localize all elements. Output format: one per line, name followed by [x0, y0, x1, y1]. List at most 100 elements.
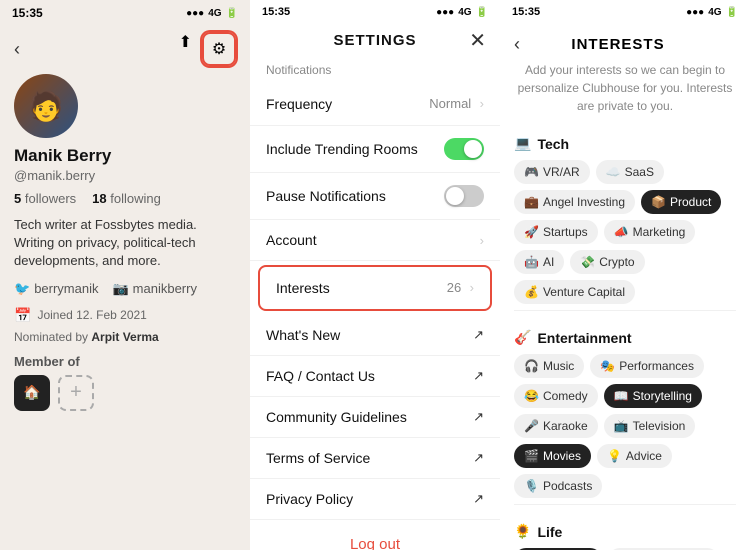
tag-0-1[interactable]: ☁️SaaS — [596, 160, 664, 184]
tag-1-7[interactable]: 💡 Advice — [597, 444, 672, 468]
status-bar-settings: 15:35 ●●● 4G 🔋 — [250, 0, 500, 22]
settings-header: SETTINGS ✕ — [250, 22, 500, 63]
nominated-info: Nominated by Arpit Verma — [0, 330, 250, 354]
add-club-button[interactable]: + — [58, 375, 94, 411]
back-button-profile[interactable]: ‹ — [14, 39, 20, 60]
community-item[interactable]: Community Guidelines ↗ — [250, 397, 500, 438]
category-emoji-2: 🌻 — [514, 523, 531, 540]
club-avatar[interactable]: 🏠 — [14, 375, 50, 411]
tag-label-0-6: AI — [543, 255, 554, 269]
tag-label-1-0: Music — [543, 359, 574, 373]
pause-notifications-toggle[interactable] — [444, 185, 484, 207]
tag-label-0-3: Product — [670, 195, 711, 209]
member-clubs: 🏠 + — [0, 375, 250, 411]
logout-button[interactable]: Log out — [250, 520, 500, 550]
nominator-name[interactable]: Arpit Verma — [91, 330, 158, 344]
tag-label-0-8: Venture Capital — [543, 285, 625, 299]
interests-categories: 💻 Tech 🎮VR/AR☁️SaaS 💼Angel Investing📦Produ… — [500, 127, 750, 550]
tag-label-1-6: Movies — [543, 449, 581, 463]
tag-1-3[interactable]: 📖Storytelling — [604, 384, 702, 408]
tag-emoji-1-5: 📺 — [614, 419, 629, 433]
joined-date: Joined 12. Feb 2021 — [37, 308, 146, 322]
interests-value-group: 26 › — [447, 279, 474, 297]
instagram-link[interactable]: 📷 manikberry — [112, 281, 196, 297]
tag-0-2[interactable]: 💼Angel Investing — [514, 190, 635, 214]
share-button[interactable]: ⬆ — [179, 32, 192, 66]
tag-emoji-1-2: 😂 — [524, 389, 539, 403]
tag-emoji-0-6: 🤖 — [524, 255, 539, 269]
signal-settings: ●●● — [436, 7, 454, 18]
whats-new-item[interactable]: What's New ↗ — [250, 315, 500, 356]
settings-button[interactable]: ⚙ — [202, 32, 236, 66]
include-trending-item[interactable]: Include Trending Rooms — [250, 126, 500, 173]
tag-label-0-5: Marketing — [633, 225, 686, 239]
tag-emoji-1-4: 🎤 — [524, 419, 539, 433]
tag-1-8[interactable]: 🎙️Podcasts — [514, 474, 602, 498]
tag-emoji-1-1: 🎭 — [600, 359, 615, 373]
section-divider-0 — [514, 310, 736, 311]
privacy-item[interactable]: Privacy Policy ↗ — [250, 479, 500, 520]
frequency-label: Frequency — [266, 96, 332, 112]
tag-emoji-1-6: 🎬 — [524, 449, 539, 463]
tag-emoji-0-5: 📣 — [614, 225, 629, 239]
profile-socials: 🐦 berrymanik 📷 manikberry — [0, 281, 250, 307]
avatar: 🧑 — [14, 74, 78, 138]
tag-1-0[interactable]: 🎧 Music — [514, 354, 584, 378]
frequency-item[interactable]: Frequency Normal › — [250, 83, 500, 126]
status-bar-profile: 15:35 ●●● 4G 🔋 — [0, 0, 250, 24]
tag-label-1-2: Comedy — [543, 389, 588, 403]
tag-0-0[interactable]: 🎮VR/AR — [514, 160, 590, 184]
tag-0-6[interactable]: 🤖 AI — [514, 250, 564, 274]
tag-1-6[interactable]: 🎬 Movies — [514, 444, 591, 468]
battery-settings: 🔋 — [476, 7, 488, 18]
tag-label-1-7: Advice — [626, 449, 662, 463]
category-2: 🌻 Life✈️Traveling❤️Relationships👨‍👩‍👧Par… — [500, 515, 750, 550]
twitter-link[interactable]: 🐦 berrymanik — [14, 281, 98, 297]
followers-count: 5 followers — [14, 191, 76, 206]
faq-arrow: ↗ — [473, 368, 484, 384]
network-interests: 4G — [708, 7, 721, 18]
tag-0-7[interactable]: 💸Crypto — [570, 250, 644, 274]
tag-label-0-0: VR/AR — [543, 165, 580, 179]
community-label: Community Guidelines — [266, 409, 407, 425]
pause-notifications-item[interactable]: Pause Notifications — [250, 173, 500, 220]
faq-item[interactable]: FAQ / Contact Us ↗ — [250, 356, 500, 397]
include-trending-toggle[interactable] — [444, 138, 484, 160]
interests-count: 26 — [447, 280, 461, 295]
pause-notifications-label: Pause Notifications — [266, 188, 386, 204]
instagram-icon: 📷 — [112, 281, 128, 297]
twitter-icon: 🐦 — [14, 281, 30, 297]
tag-emoji-1-7: 💡 — [607, 449, 622, 463]
tag-1-4[interactable]: 🎤Karaoke — [514, 414, 598, 438]
tag-emoji-1-0: 🎧 — [524, 359, 539, 373]
tag-label-0-2: Angel Investing — [543, 195, 625, 209]
tag-0-3[interactable]: 📦Product — [641, 190, 721, 214]
interests-item[interactable]: Interests 26 › — [258, 265, 492, 311]
interests-panel: 15:35 ●●● 4G 🔋 ‹ INTERESTS Add your inte… — [500, 0, 750, 550]
tag-label-1-1: Performances — [619, 359, 694, 373]
status-bar-interests: 15:35 ●●● 4G 🔋 — [500, 0, 750, 22]
battery-profile: 🔋 — [226, 8, 238, 19]
tag-0-5[interactable]: 📣 Marketing — [604, 220, 696, 244]
privacy-label: Privacy Policy — [266, 491, 353, 507]
interests-subtitle: Add your interests so we can begin to pe… — [500, 57, 750, 127]
profile-stats: 5 followers 18 following — [0, 191, 250, 216]
network-settings: 4G — [458, 7, 471, 18]
tag-1-1[interactable]: 🎭 Performances — [590, 354, 704, 378]
tag-1-5[interactable]: 📺 Television — [604, 414, 696, 438]
tag-label-1-5: Television — [633, 419, 686, 433]
tag-1-2[interactable]: 😂 Comedy — [514, 384, 598, 408]
account-item[interactable]: Account › — [250, 220, 500, 261]
joined-info: 📅 Joined 12. Feb 2021 — [0, 307, 250, 330]
terms-item[interactable]: Terms of Service ↗ — [250, 438, 500, 479]
category-label-1: 🎸 Entertainment — [514, 329, 736, 346]
tag-0-4[interactable]: 🚀Startups — [514, 220, 598, 244]
header-icons: ⬆ ⚙ — [179, 32, 236, 66]
back-button-interests[interactable]: ‹ — [514, 34, 520, 55]
tag-0-8[interactable]: 💰Venture Capital — [514, 280, 635, 304]
close-button[interactable]: ✕ — [469, 28, 486, 53]
tag-label-0-7: Crypto — [599, 255, 634, 269]
account-label: Account — [266, 232, 317, 248]
network-profile: 4G — [208, 8, 221, 19]
category-label-0: 💻 Tech — [514, 135, 736, 152]
